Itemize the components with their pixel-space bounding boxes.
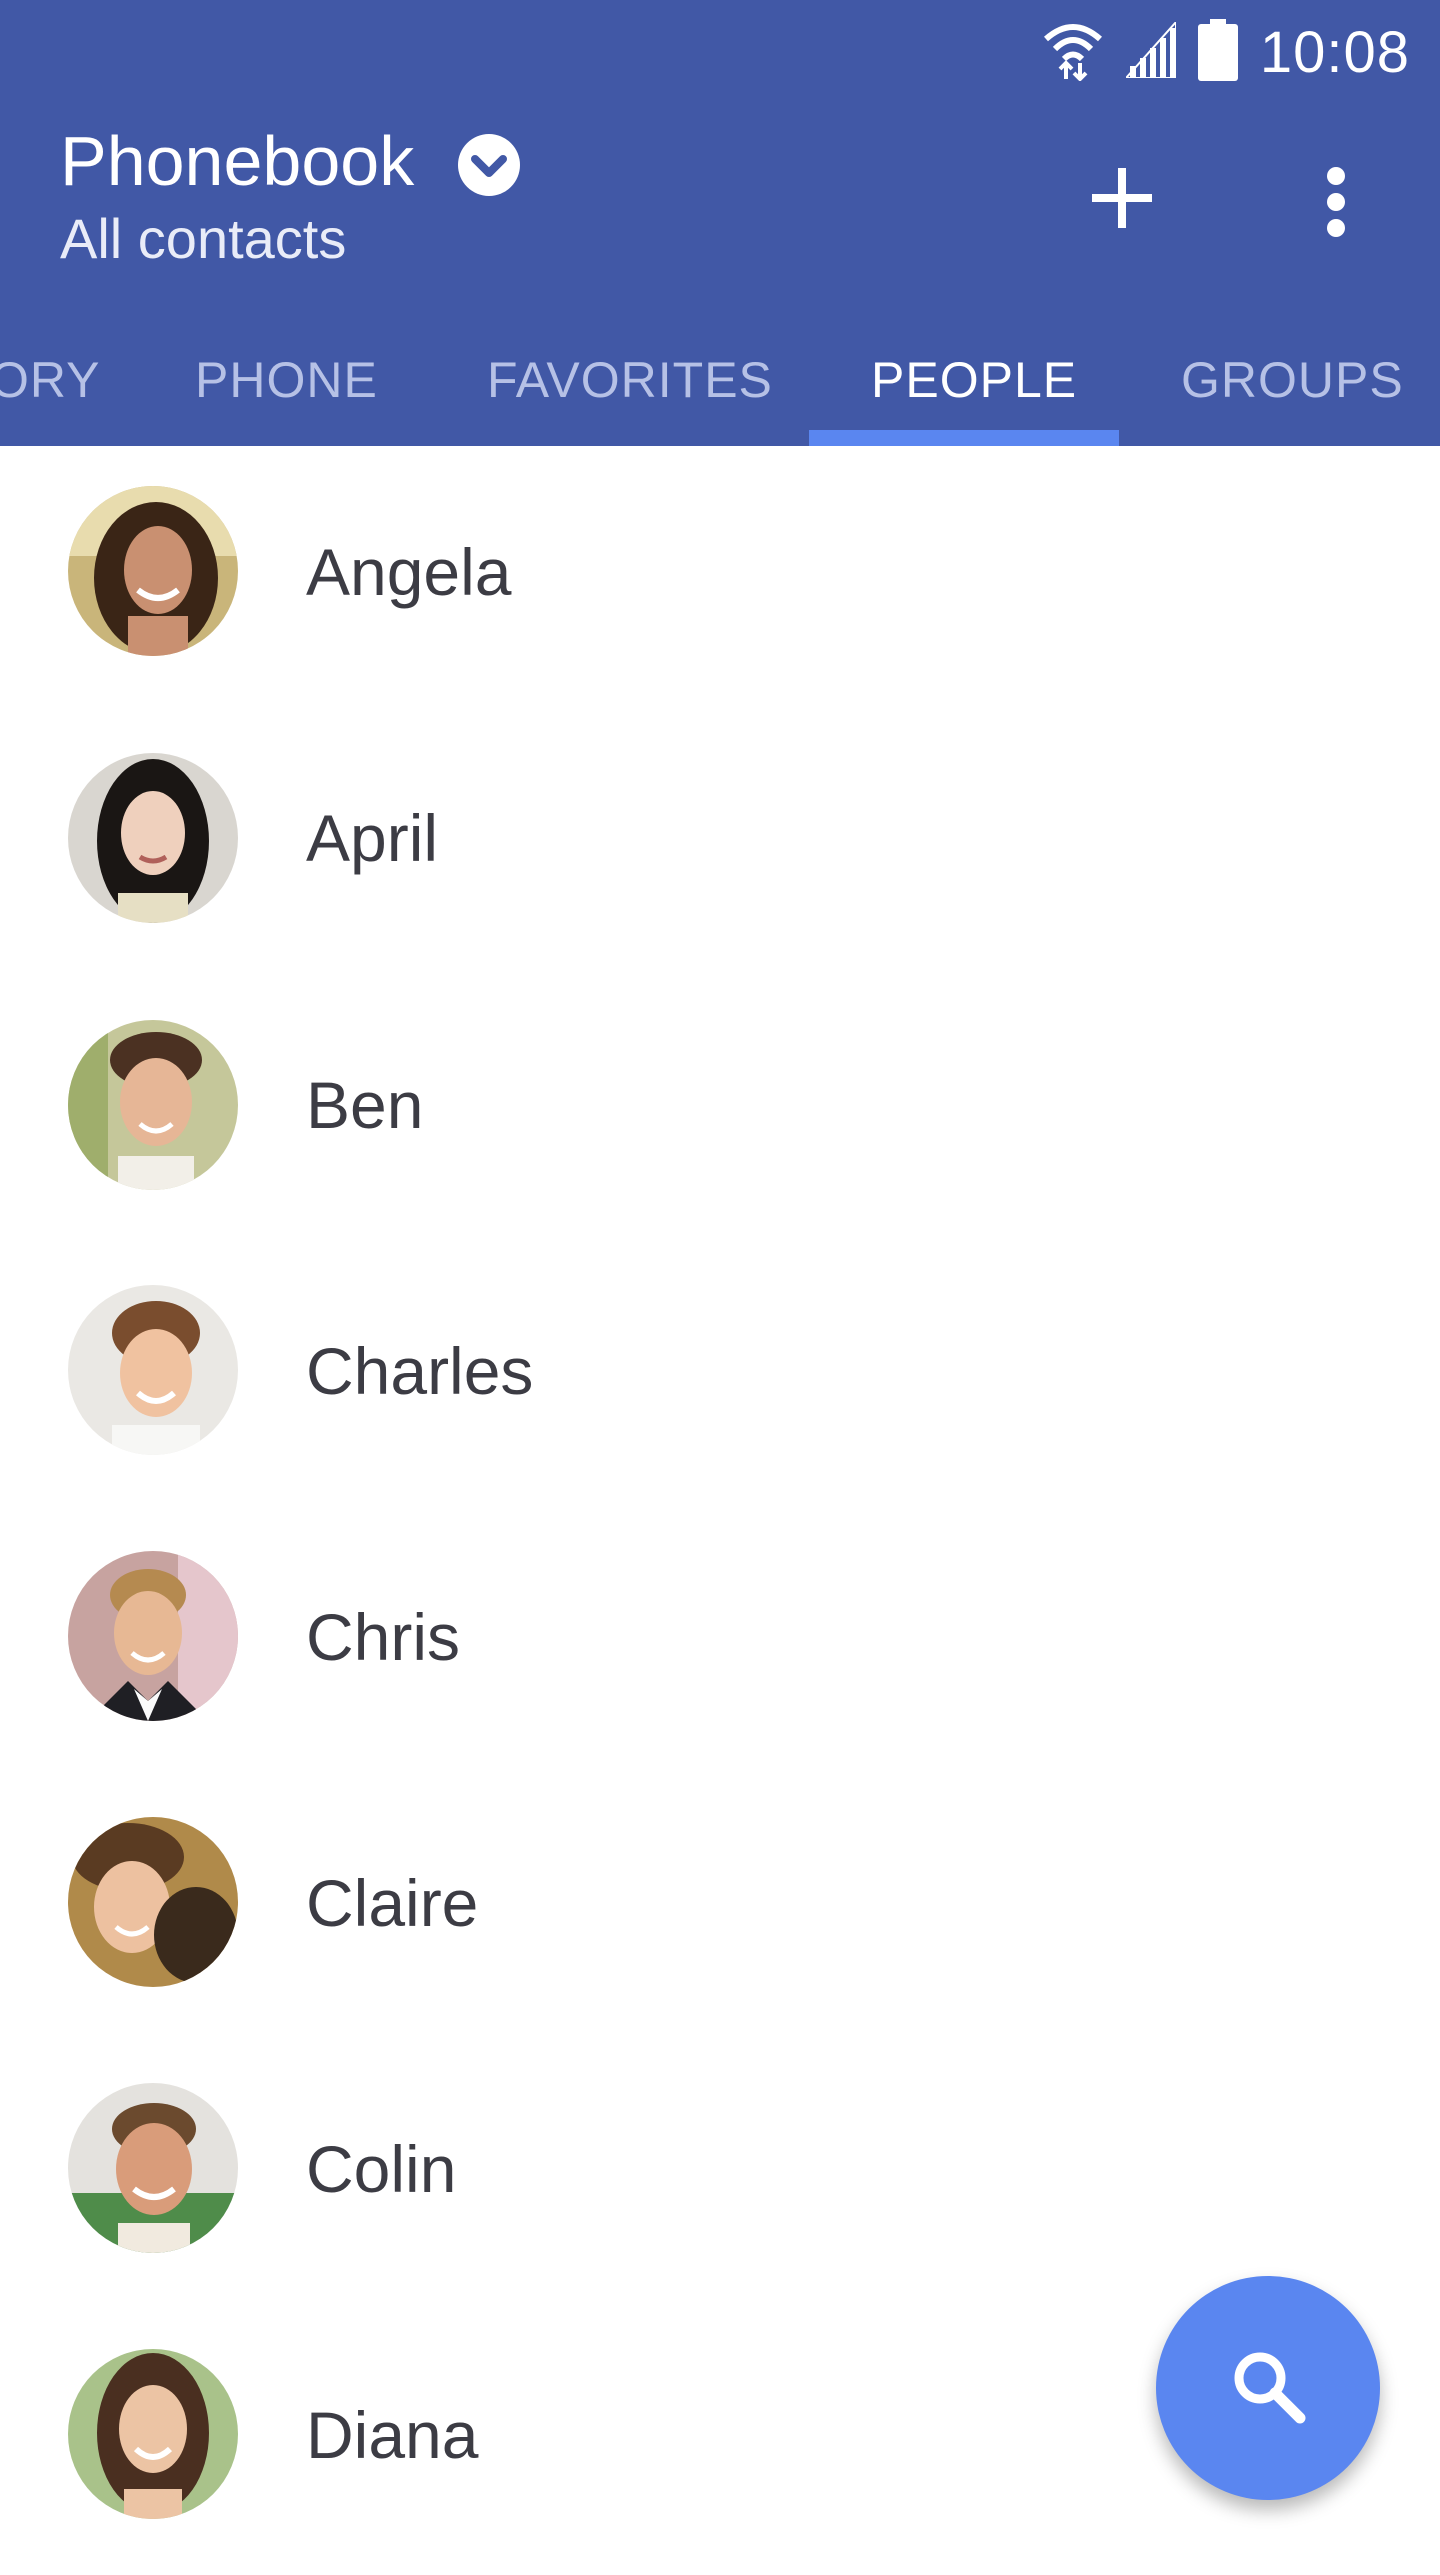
avatar [68, 1285, 238, 1455]
contact-row-angela[interactable]: Angela [0, 446, 1440, 712]
tab-bar: ORY PHONE FAVORITES PEOPLE GROUPS [0, 330, 1440, 446]
status-bar: 10:08 [0, 0, 1440, 96]
tab-phone[interactable]: PHONE [195, 330, 378, 446]
avatar [68, 486, 238, 656]
battery-icon [1197, 18, 1238, 86]
search-fab-button[interactable] [1156, 2276, 1380, 2500]
tab-favorites[interactable]: FAVORITES [487, 330, 773, 446]
avatar [68, 1551, 238, 1721]
contact-name: Claire [306, 1866, 479, 1940]
contact-row-charles[interactable]: Charles [0, 1245, 1440, 1511]
status-time: 10:08 [1259, 19, 1410, 85]
contact-row-colin[interactable]: Colin [0, 2043, 1440, 2309]
contact-row-april[interactable]: April [0, 712, 1440, 978]
more-options-button[interactable] [1296, 160, 1376, 248]
chevron-down-icon[interactable] [458, 134, 520, 196]
signal-icon [1123, 18, 1177, 83]
avatar [68, 1817, 238, 1987]
search-icon [1230, 2348, 1306, 2429]
active-tab-indicator [809, 430, 1119, 446]
contact-row-claire[interactable]: Claire [0, 1777, 1440, 2043]
contact-name: Diana [306, 2398, 479, 2472]
contact-name: Chris [306, 1600, 461, 1674]
contact-row-ben[interactable]: Ben [0, 979, 1440, 1245]
wifi-icon [1042, 19, 1104, 86]
avatar [68, 753, 238, 923]
app-bar: 10:08 Phonebook All contacts ORY PHONE F… [0, 0, 1440, 446]
more-vert-icon [1324, 166, 1348, 243]
contact-name: April [306, 801, 439, 875]
app-subtitle: All contacts [60, 207, 347, 270]
add-icon [1090, 166, 1154, 235]
add-contact-button[interactable] [1082, 160, 1162, 240]
avatar [68, 2349, 238, 2519]
app-title[interactable]: Phonebook [60, 118, 414, 204]
tab-history[interactable]: ORY [0, 330, 100, 446]
avatar [68, 1020, 238, 1190]
contact-name: Angela [306, 535, 512, 609]
contact-name: Ben [306, 1068, 424, 1142]
tab-groups[interactable]: GROUPS [1181, 330, 1404, 446]
avatar [68, 2083, 238, 2253]
tab-people[interactable]: PEOPLE [871, 330, 1077, 446]
contact-name: Colin [306, 2132, 457, 2206]
contact-name: Charles [306, 1334, 534, 1408]
status-icons: 10:08 [1042, 12, 1410, 92]
contact-row-chris[interactable]: Chris [0, 1511, 1440, 1777]
